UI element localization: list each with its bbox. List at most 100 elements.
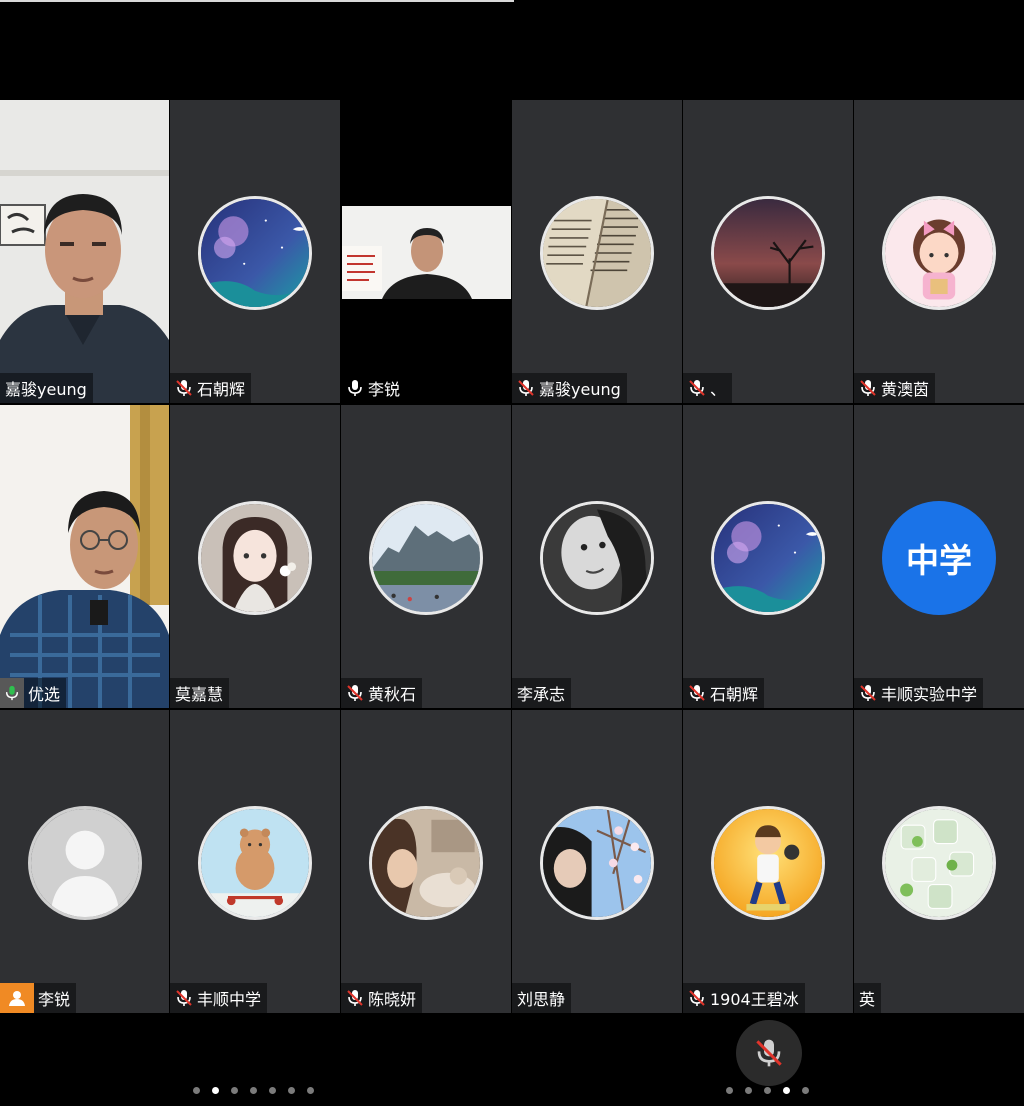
page-dot[interactable]	[745, 1087, 752, 1094]
participant-name: 1904王碧冰	[710, 990, 799, 1009]
participant-name-label: 嘉骏yeung	[0, 373, 93, 403]
participant-tile[interactable]: 石朝辉	[683, 405, 853, 708]
participant-tile[interactable]: 、	[683, 100, 853, 403]
mic-muted-icon	[346, 683, 364, 703]
mic-muted-icon	[688, 378, 706, 398]
page-dot-active[interactable]	[212, 1087, 219, 1094]
participant-name-label: 1904王碧冰	[683, 983, 805, 1013]
participant-name-label: 石朝辉	[683, 678, 765, 708]
participant-tile[interactable]: 嘉骏yeung	[512, 100, 682, 403]
page-dot-active[interactable]	[783, 1087, 790, 1094]
mic-muted-icon	[346, 988, 364, 1008]
participant-tile[interactable]: 陈晓妍	[341, 710, 511, 1013]
participant-name-label: 陈晓妍	[341, 983, 423, 1013]
speaking-mic-icon	[0, 678, 24, 708]
mic-muted-icon	[859, 683, 877, 703]
mic-muted-icon	[175, 988, 193, 1008]
participant-tile[interactable]: 李锐	[0, 710, 169, 1013]
participant-name: 、	[710, 380, 727, 399]
mic-muted-icon	[517, 378, 535, 398]
participant-tile[interactable]: 英	[854, 710, 1024, 1013]
participant-tile[interactable]: 石朝辉	[170, 100, 340, 403]
page-dot[interactable]	[307, 1087, 314, 1094]
mic-muted-icon	[175, 378, 193, 398]
participant-avatar	[711, 806, 825, 920]
page-dot[interactable]	[269, 1087, 276, 1094]
mic-icon	[346, 378, 364, 398]
participant-tile[interactable]: 嘉骏yeung	[0, 100, 169, 403]
mic-muted-icon	[688, 988, 706, 1008]
participant-name-label: 刘思静	[512, 983, 572, 1013]
participant-name-label: 李锐	[0, 983, 77, 1013]
participant-name: 陈晓妍	[368, 990, 417, 1009]
participant-name-label: 李锐	[341, 373, 407, 403]
page-indicator-right[interactable]	[726, 1087, 809, 1094]
participant-name: 优选	[28, 685, 61, 704]
participant-avatar	[540, 196, 654, 310]
page-dot[interactable]	[764, 1087, 771, 1094]
participant-name: 莫嘉慧	[175, 685, 224, 704]
page-dot[interactable]	[250, 1087, 257, 1094]
participant-avatar	[198, 501, 312, 615]
page-dot[interactable]	[802, 1087, 809, 1094]
participant-name: 黄澳茵	[881, 380, 930, 399]
participant-name: 石朝辉	[710, 685, 759, 704]
participant-avatar	[369, 806, 483, 920]
page-dot[interactable]	[231, 1087, 238, 1094]
participant-tile[interactable]: 1904王碧冰	[683, 710, 853, 1013]
participant-tile[interactable]: 李承志	[512, 405, 682, 708]
participant-name-label: 莫嘉慧	[170, 678, 230, 708]
participant-avatar	[882, 806, 996, 920]
participant-name-label: 丰顺实验中学	[854, 678, 984, 708]
participant-name-label: 黄澳茵	[854, 373, 936, 403]
participant-name-label: 石朝辉	[170, 373, 252, 403]
guest-user-icon	[0, 983, 34, 1013]
participant-avatar	[540, 501, 654, 615]
top-status-line	[0, 0, 514, 2]
participant-tile[interactable]: 黄秋石	[341, 405, 511, 708]
participant-name: 石朝辉	[197, 380, 246, 399]
participant-name: 黄秋石	[368, 685, 417, 704]
participant-tile[interactable]: 中学 丰顺实验中学	[854, 405, 1024, 708]
participant-name-label: 丰顺中学	[170, 983, 268, 1013]
mic-muted-icon	[756, 1039, 782, 1067]
video-feed	[0, 100, 169, 403]
participant-name-label: 黄秋石	[341, 678, 423, 708]
page-indicator-left[interactable]	[193, 1087, 314, 1094]
default-person-icon	[27, 806, 142, 920]
page-dot[interactable]	[726, 1087, 733, 1094]
page-dot[interactable]	[288, 1087, 295, 1094]
mic-muted-icon	[859, 378, 877, 398]
participant-tile[interactable]: 丰顺中学	[170, 710, 340, 1013]
participant-name-label: 英	[854, 983, 882, 1013]
participant-tile[interactable]: 李锐	[341, 100, 511, 403]
participant-name: 嘉骏yeung	[539, 380, 621, 399]
participant-avatar	[882, 196, 996, 310]
participant-grid: 嘉骏yeung 石朝辉 李锐 嘉骏yeung 、 黄澳茵 优选 莫嘉慧 黄秋石 …	[0, 100, 1024, 1015]
participant-avatar	[540, 806, 654, 920]
video-feed	[0, 405, 169, 708]
participant-name: 丰顺实验中学	[881, 685, 978, 704]
participant-tile[interactable]: 黄澳茵	[854, 100, 1024, 403]
participant-name-label: 、	[683, 373, 733, 403]
participant-name: 嘉骏yeung	[5, 380, 87, 399]
page-dot[interactable]	[193, 1087, 200, 1094]
participant-name-label: 优选	[0, 678, 67, 708]
participant-name: 刘思静	[517, 990, 566, 1009]
participant-name: 李锐	[368, 380, 401, 399]
participant-avatar	[711, 196, 825, 310]
participant-name: 李承志	[517, 685, 566, 704]
participant-name: 英	[859, 990, 876, 1009]
participant-avatar	[369, 501, 483, 615]
participant-name-label: 李承志	[512, 678, 572, 708]
video-feed	[342, 206, 511, 299]
participant-avatar	[198, 806, 312, 920]
participant-name: 李锐	[38, 990, 71, 1009]
participant-tile-active-speaker[interactable]: 优选	[0, 405, 169, 708]
participant-avatar	[198, 196, 312, 310]
participant-name: 丰顺中学	[197, 990, 262, 1009]
participant-tile[interactable]: 莫嘉慧	[170, 405, 340, 708]
participant-tile[interactable]: 刘思静	[512, 710, 682, 1013]
participant-avatar	[711, 501, 825, 615]
mute-toggle-button[interactable]	[736, 1020, 802, 1086]
